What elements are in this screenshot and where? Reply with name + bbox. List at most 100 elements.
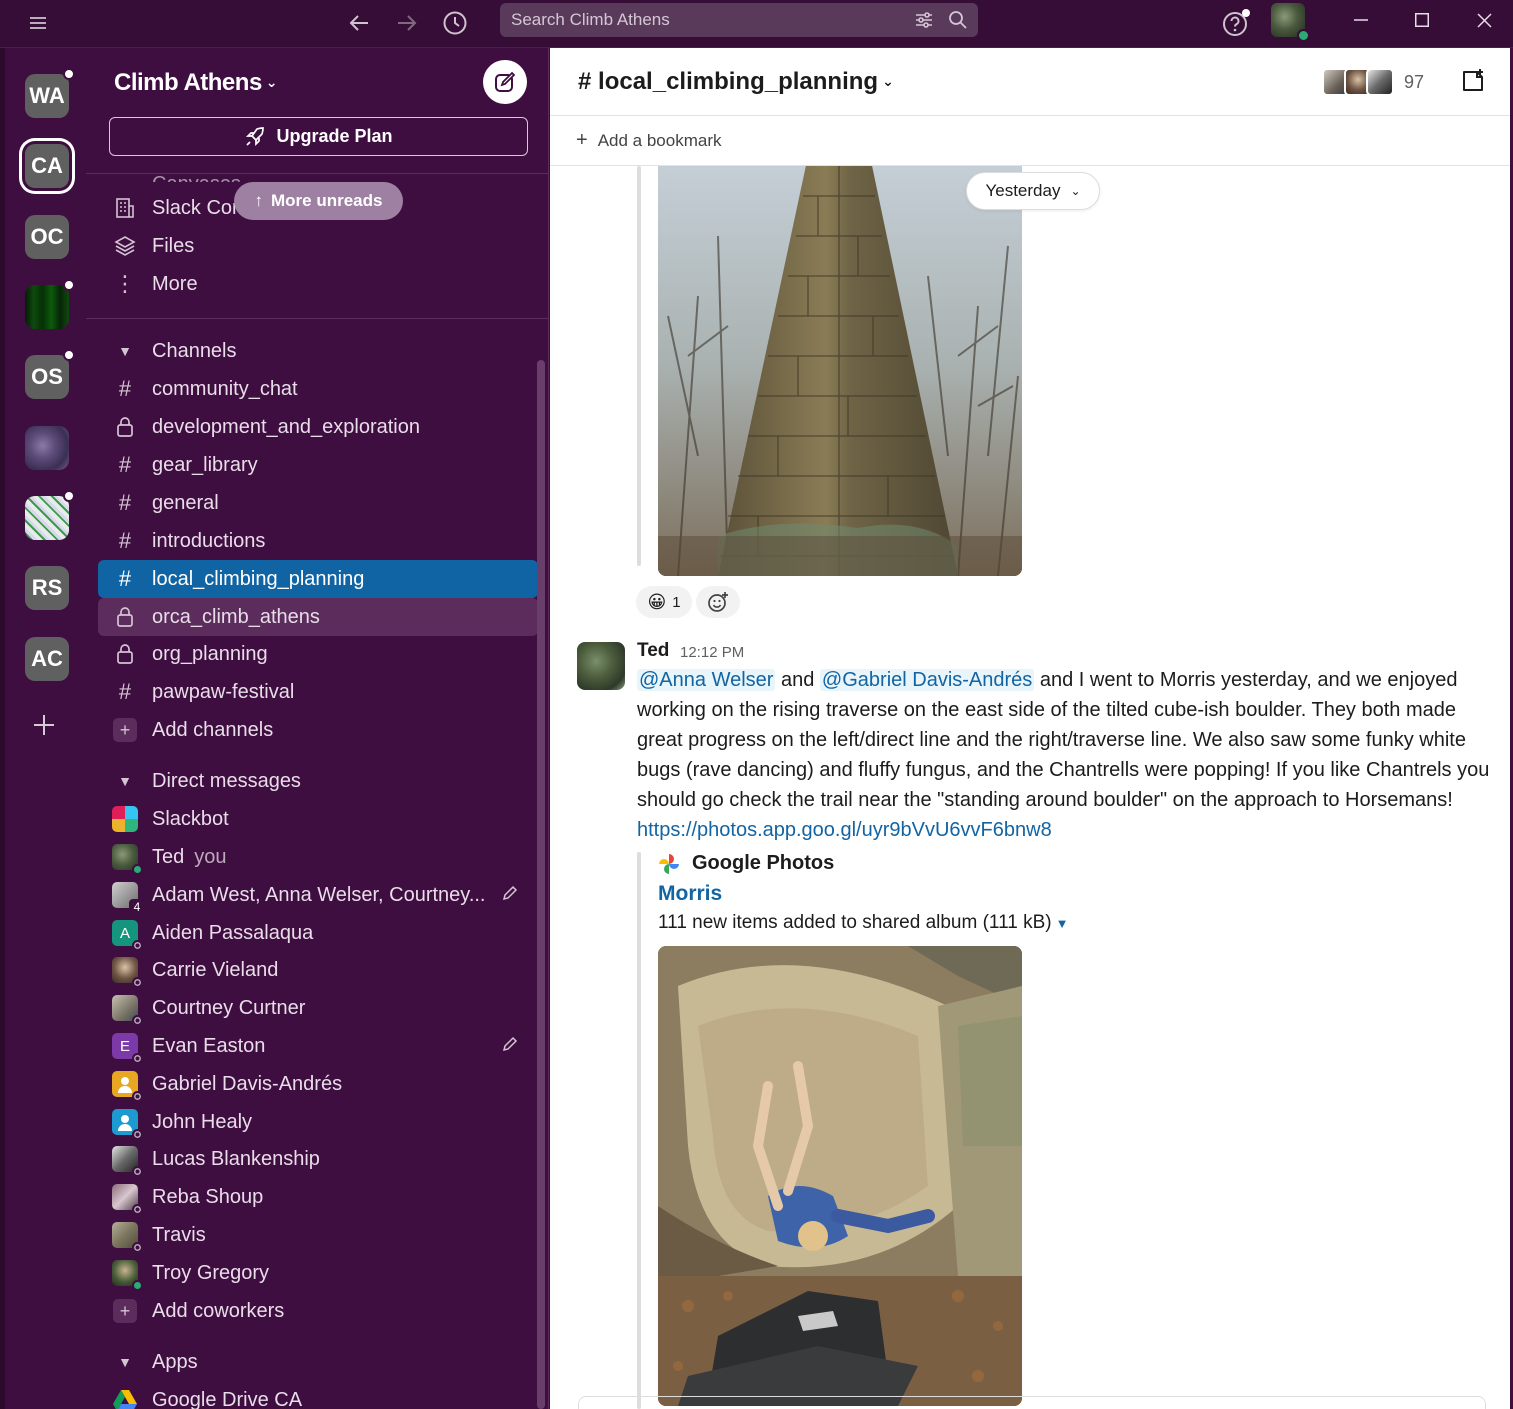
- workspace-image-matrix[interactable]: [25, 279, 75, 329]
- channel-title-button[interactable]: # local_climbing_planning ⌄: [578, 68, 894, 96]
- member-list-button[interactable]: 97: [1322, 68, 1424, 96]
- sidebar-dm-aiden-passalaqua[interactable]: A Aiden Passalaqua: [98, 914, 538, 952]
- back-arrow-icon[interactable]: [342, 6, 376, 40]
- sidebar-item-canvases[interactable]: Canvases: [98, 152, 538, 182]
- workspace-os[interactable]: OS: [25, 349, 75, 399]
- sidebar-dm-travis[interactable]: Travis: [98, 1216, 538, 1254]
- lock-icon: [112, 604, 138, 630]
- search-input[interactable]: Search Climb Athens: [500, 3, 978, 37]
- message-author-name[interactable]: Ted: [637, 640, 669, 662]
- sidebar-channel-local-climbing-planning[interactable]: # local_climbing_planning: [98, 560, 538, 598]
- sidebar-channel-introductions[interactable]: # introductions: [98, 522, 538, 560]
- sidebar-channel-community-chat[interactable]: # community_chat: [98, 370, 538, 408]
- add-coworkers-button[interactable]: + Add coworkers: [98, 1292, 538, 1330]
- sidebar-dm-group[interactable]: 4 Adam West, Anna Welser, Courtney...: [98, 876, 538, 915]
- sidebar-dm-gabriel-davis-andres[interactable]: Gabriel Davis-Andrés: [98, 1065, 538, 1103]
- date-divider-button[interactable]: Yesterday ⌄: [966, 172, 1100, 210]
- search-icon[interactable]: [948, 10, 968, 30]
- help-icon[interactable]: [1219, 6, 1253, 40]
- attached-photo-bouldering[interactable]: [658, 946, 1022, 1406]
- dm-section-header[interactable]: ▼ Direct messages: [98, 762, 538, 800]
- reaction-count: 1: [672, 593, 681, 611]
- divider: [86, 318, 548, 319]
- sidebar-dm-ted[interactable]: Ted you: [98, 838, 538, 876]
- unfurl-description: 111 new items added to shared album (111…: [658, 912, 1068, 934]
- sidebar-channel-gear-library[interactable]: # gear_library: [98, 446, 538, 484]
- avatar-initial: E: [119, 1037, 130, 1055]
- compose-button[interactable]: [483, 60, 527, 104]
- presence-away-dot: [132, 1015, 143, 1026]
- more-unreads-button[interactable]: ↑ More unreads: [234, 182, 403, 220]
- lock-icon: [112, 414, 138, 440]
- workspace-image-purple[interactable]: [25, 426, 69, 470]
- apps-section-header[interactable]: ▼ Apps: [98, 1343, 538, 1381]
- workspace-rs[interactable]: RS: [25, 566, 69, 610]
- date-divider-label: Yesterday: [985, 181, 1061, 200]
- chevron-down-icon: ⌄: [265, 74, 278, 90]
- sidebar-item-files[interactable]: Files: [98, 227, 538, 265]
- sidebar-dm-courtney-curtner[interactable]: Courtney Curtner: [98, 989, 538, 1027]
- minimize-icon[interactable]: [1346, 8, 1376, 32]
- sidebar-channel-development-and-exploration[interactable]: development_and_exploration: [98, 408, 538, 446]
- sidebar-channel-general[interactable]: # general: [98, 484, 538, 522]
- initial-avatar: A: [112, 920, 143, 951]
- workspace-oc[interactable]: OC: [25, 215, 69, 259]
- sidebar-item-label: Canvases: [152, 173, 241, 182]
- caret-down-icon[interactable]: ▼: [1056, 916, 1069, 931]
- building-icon: [112, 195, 138, 221]
- forward-arrow-icon[interactable]: [390, 6, 424, 40]
- default-avatar: [112, 1071, 143, 1102]
- workspace-image-map[interactable]: [25, 490, 75, 540]
- mention-gabriel-davis-andres[interactable]: @Gabriel Davis-Andrés: [819, 669, 1035, 691]
- sidebar-item-more[interactable]: ⋮ More: [98, 265, 538, 303]
- add-workspace-icon[interactable]: [33, 714, 55, 736]
- message-author-avatar[interactable]: [577, 642, 625, 690]
- pencil-icon: [502, 885, 518, 901]
- workspace-ac[interactable]: AC: [25, 637, 69, 681]
- add-channels-button[interactable]: + Add channels: [98, 711, 538, 749]
- message-link[interactable]: https://photos.app.goo.gl/uyr9bVvU6vvF6b…: [637, 819, 1052, 841]
- menu-icon[interactable]: [21, 6, 55, 40]
- user-avatar[interactable]: [1271, 3, 1310, 42]
- member-avatar: [1366, 68, 1394, 96]
- section-label: Apps: [152, 1350, 198, 1373]
- search-filter-icon[interactable]: [914, 10, 934, 30]
- sidebar-dm-evan-easton[interactable]: E Evan Easton: [98, 1027, 538, 1065]
- workspace-wa[interactable]: WA: [25, 68, 75, 118]
- photo-avatar: [112, 1222, 143, 1253]
- upgrade-plan-button[interactable]: Upgrade Plan: [109, 117, 528, 156]
- presence-away-dot: [132, 1129, 143, 1140]
- channel-name: org_planning: [152, 642, 268, 665]
- workspace-ca[interactable]: CA: [25, 144, 69, 188]
- caret-down-icon: ▼: [118, 343, 132, 359]
- sidebar-dm-carrie-vieland[interactable]: Carrie Vieland: [98, 951, 538, 989]
- add-bookmark-button[interactable]: + Add a bookmark: [550, 116, 1510, 166]
- message-composer[interactable]: [578, 1396, 1486, 1409]
- sidebar-dm-reba-shoup[interactable]: Reba Shoup: [98, 1178, 538, 1216]
- history-icon[interactable]: [438, 6, 472, 40]
- dm-avatar: A: [112, 920, 143, 951]
- sidebar-channel-orca-climb-athens[interactable]: orca_climb_athens: [98, 598, 538, 636]
- message-timestamp[interactable]: 12:12 PM: [680, 644, 744, 661]
- add-reaction-button[interactable]: [696, 586, 740, 618]
- maximize-icon[interactable]: [1407, 8, 1437, 32]
- sidebar-app-google-drive[interactable]: Google Drive CA: [98, 1381, 538, 1409]
- unfurl-title-link[interactable]: Morris: [658, 882, 722, 906]
- sidebar-dm-john-healy[interactable]: John Healy: [98, 1103, 538, 1141]
- sidebar-scrollbar[interactable]: [537, 360, 545, 1409]
- attached-photo-stone-tower[interactable]: [658, 166, 1022, 576]
- sidebar-dm-lucas-blankenship[interactable]: Lucas Blankenship: [98, 1140, 538, 1178]
- mention-anna-welser[interactable]: @Anna Welser: [637, 669, 776, 691]
- reaction-pill[interactable]: 😀 1: [636, 586, 692, 618]
- workspace-name-menu[interactable]: Climb Athens ⌄: [114, 69, 278, 97]
- canvas-icon[interactable]: [1460, 68, 1486, 94]
- add-coworkers-label: Add coworkers: [152, 1299, 285, 1322]
- google-photos-icon: [658, 853, 680, 875]
- sidebar-channel-org-planning[interactable]: org_planning: [98, 635, 538, 673]
- sidebar-channel-pawpaw-festival[interactable]: # pawpaw-festival: [98, 673, 538, 711]
- close-window-icon[interactable]: [1469, 8, 1499, 32]
- sidebar-dm-slackbot[interactable]: Slackbot: [98, 800, 538, 838]
- channels-section-header[interactable]: ▼ Channels: [98, 332, 538, 370]
- sidebar-dm-troy-gregory[interactable]: Troy Gregory: [98, 1254, 538, 1292]
- workspace-label: RS: [31, 575, 63, 600]
